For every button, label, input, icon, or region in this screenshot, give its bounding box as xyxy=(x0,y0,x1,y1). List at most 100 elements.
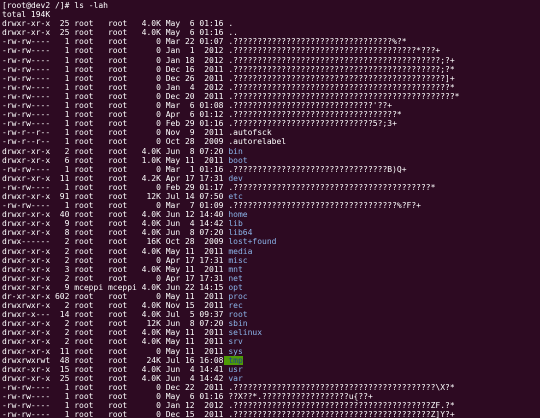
listing-row: -rw-rw---- 1 root root 0 Jan 4 2012.???????????… xyxy=(2,83,540,92)
entry-links: 1 xyxy=(64,91,70,101)
entry-group: root xyxy=(107,382,128,392)
listing-row: -rw-r--r-- 1 root root 0 Nov 9 2011 .autofsck xyxy=(2,128,540,137)
entry-perm: -rw-rw---- xyxy=(2,64,51,74)
entry-month: Feb xyxy=(165,119,181,129)
entry-links: 2 xyxy=(64,237,70,247)
listing-row: drwxr-xr-x 25 root root 4.0K Jun 4 14:42 var xyxy=(2,374,540,383)
entry-month: May xyxy=(165,28,181,38)
entry-links: 1 xyxy=(64,119,70,129)
entry-name: .. xyxy=(228,28,238,38)
entry-time: 2012 xyxy=(204,82,224,92)
entry-name: home xyxy=(228,210,248,220)
entry-perm: drwx------ xyxy=(2,237,51,247)
entry-time: 2011 xyxy=(204,292,224,301)
entry-perm: -rw-r--r-- xyxy=(2,137,51,147)
listing-row: drwxr-xr-x 9 mceppi mceppi 4.0K Jun 22 14:15 opt xyxy=(2,283,540,292)
entry-group: root xyxy=(107,328,128,338)
entry-month: Apr xyxy=(165,110,181,120)
listing-row: drwxr-xr-x 2 root root 4.0K May 11 2011 srv xyxy=(2,337,540,346)
entry-perm: -rw-rw---- xyxy=(2,201,51,211)
entry-day: 11 xyxy=(184,155,195,165)
listing-row: drwxr-xr-x 2 root root 0 Apr 17 17:31 misc xyxy=(2,256,540,265)
entry-month: May xyxy=(165,246,181,256)
entry-size: 16K xyxy=(146,237,161,247)
entry-day: 28 xyxy=(184,137,195,147)
entry-size: 0 xyxy=(156,182,161,192)
entry-day: 22 xyxy=(184,37,195,47)
entry-name: lost+found xyxy=(228,237,277,247)
entry-group: root xyxy=(107,219,128,229)
entry-time: 14:15 xyxy=(199,282,224,292)
entry-size: 4.0K xyxy=(141,310,161,320)
entry-group: root xyxy=(107,82,128,92)
entry-month: Jul xyxy=(165,355,181,365)
entry-links: 2 xyxy=(64,319,70,329)
entry-links: 25 xyxy=(59,28,70,38)
entry-group: root xyxy=(107,319,128,329)
entry-links: 1 xyxy=(64,382,70,392)
entry-group: root xyxy=(107,101,128,111)
entry-time: 07:20 xyxy=(199,146,224,156)
entry-time: 17:31 xyxy=(199,273,224,283)
entry-links: 3 xyxy=(64,264,70,274)
entry-owner: root xyxy=(74,37,94,47)
entry-group: root xyxy=(107,410,128,418)
entry-group: root xyxy=(107,91,128,101)
entry-time: 2011 xyxy=(204,128,224,138)
entry-day: 12 xyxy=(184,401,195,411)
entry-perm: drwxr-xr-x xyxy=(2,255,51,265)
entry-perm: drwxr-xr-x xyxy=(2,246,51,256)
entry-month: Jun xyxy=(165,319,181,329)
entry-name: .???????????????????????????????????????… xyxy=(228,182,436,192)
entry-links: 15 xyxy=(59,364,70,374)
listing-row: drwxr-xr-x 9 root root 4.0K Jun 4 14:42 lib xyxy=(2,219,540,228)
entry-links: 2 xyxy=(64,255,70,265)
listing-row: drwxr-xr-x 2 root root 4.0K May 11 2011 selinux xyxy=(2,328,540,337)
entry-group: root xyxy=(107,201,128,211)
listing-row: -rw-rw---- 1 root root 0 May 6 01:16 ??X??*.????… xyxy=(2,392,540,401)
entry-time: 2011 xyxy=(204,246,224,256)
entry-size: 4.0K xyxy=(141,246,161,256)
listing-row: -rw-rw---- 1 root root 0 Jan 18 2012.??????????… xyxy=(2,56,540,65)
entry-time: 14:41 xyxy=(199,364,224,374)
entry-links: 1 xyxy=(64,64,70,74)
entry-day: 6 xyxy=(189,392,195,402)
entry-owner: root xyxy=(74,164,94,174)
entry-size: 0 xyxy=(156,410,161,418)
entry-owner: root xyxy=(74,410,94,418)
entry-name: tmp xyxy=(223,355,243,365)
entry-day: 8 xyxy=(189,319,195,329)
entry-time: 01:08 xyxy=(199,101,224,111)
entry-time: 2011 xyxy=(204,410,224,418)
entry-name: .???????????????????????????????????????… xyxy=(228,73,455,83)
listing-row: drwxr-xr-x 6 root root 1.0K May 11 2011 boot xyxy=(2,156,540,165)
entry-owner: root xyxy=(74,146,94,156)
entry-time: 14:40 xyxy=(199,210,224,220)
entry-group: root xyxy=(107,110,128,120)
entry-size: 4.0K xyxy=(141,210,161,220)
entry-group: root xyxy=(107,237,128,247)
entry-owner: root xyxy=(74,328,94,338)
entry-links: 1 xyxy=(64,201,70,211)
entry-size: 0 xyxy=(156,37,161,47)
entry-day: 15 xyxy=(184,410,195,418)
entry-time: 17:31 xyxy=(199,173,224,183)
entry-group: root xyxy=(107,401,128,411)
entry-name: ??X??*.??????????????????u{??+ xyxy=(228,392,373,402)
entry-owner: root xyxy=(74,155,94,165)
entry-name: .???????????????????????????????????????… xyxy=(228,55,455,65)
entry-size: 4.0K xyxy=(141,219,161,229)
entry-day: 8 xyxy=(189,228,195,238)
entry-links: 8 xyxy=(64,228,70,238)
entry-perm: drwxr-xr-x xyxy=(2,19,51,29)
entry-group: root xyxy=(107,19,128,29)
entry-perm: -rw-rw---- xyxy=(2,82,51,92)
entry-perm: drwxr-xr-x xyxy=(2,282,51,292)
terminal-window[interactable]: [root@dev2 /]# ls -lah total 194K drwxr-… xyxy=(0,0,540,418)
listing-row: dr-xr-xr-x 602 root root 0 May 11 2011 proc xyxy=(2,292,540,301)
entry-group: root xyxy=(107,37,128,47)
entry-time: 17:31 xyxy=(199,255,224,265)
entry-group: root xyxy=(107,392,128,402)
entry-perm: drwxr-xr-x xyxy=(2,328,51,338)
entry-day: 22 xyxy=(184,282,195,292)
